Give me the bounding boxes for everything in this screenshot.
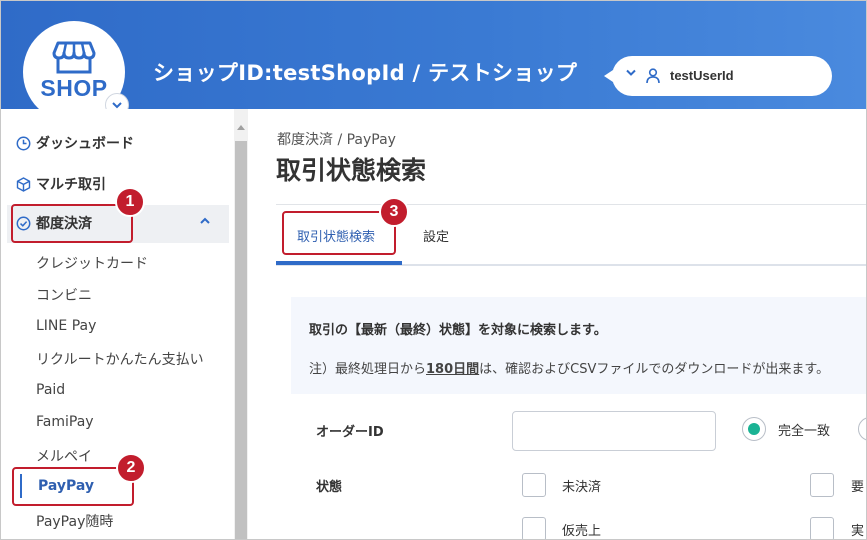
sidebar-sub-item-recruit[interactable]: リクルートかんたん支払い <box>36 349 204 369</box>
sidebar-sub-item-credit-card[interactable]: クレジットカード <box>36 253 148 273</box>
app-window: SHOP ショップID:testShopId / テストショップ testUse… <box>0 0 867 540</box>
sidebar-item-multi-transaction[interactable]: マルチ取引 <box>15 173 106 195</box>
notice-line-2: 注）最終処理日から180日間は、確認およびCSVファイルでのダウンロードが出来ま… <box>309 358 829 377</box>
page-title: 取引状態検索 <box>276 156 427 185</box>
callout-badge-3: 3 <box>379 197 409 227</box>
store-icon <box>52 41 96 74</box>
search-notice <box>291 297 866 394</box>
callout-box-3 <box>282 211 396 255</box>
status-actual-checkbox[interactable] <box>810 517 834 539</box>
sidebar-sub-item-paid[interactable]: Paid <box>36 382 65 398</box>
callout-box-2 <box>12 467 134 506</box>
status-label: 状態 <box>316 480 343 495</box>
order-id-input[interactable] <box>512 411 716 451</box>
sidebar-sub-item-paypay-recurring[interactable]: PayPay随時 <box>36 511 113 531</box>
notice-emphasis: 180日間 <box>426 362 480 377</box>
chevron-down-icon <box>112 101 122 108</box>
clock-icon <box>15 135 31 151</box>
user-menu[interactable]: testUserId <box>604 56 832 96</box>
chevron-down-icon <box>626 69 636 76</box>
chevron-up-icon[interactable] <box>200 217 210 224</box>
order-id-label: オーダーID <box>316 425 384 440</box>
exact-match-radio[interactable] <box>742 417 766 441</box>
notice-prefix: 注）最終処理日から <box>309 362 427 377</box>
sidebar-sub-item-line-pay[interactable]: LINE Pay <box>36 318 96 334</box>
status-provisional-checkbox[interactable] <box>522 517 546 539</box>
callout-badge-1: 1 <box>115 187 145 217</box>
cube-icon <box>15 176 31 192</box>
status-unsettled-label: 未決済 <box>562 480 602 495</box>
sidebar-sub-item-famipay[interactable]: FamiPay <box>36 414 94 430</box>
sidebar-sub-item-merpay[interactable]: メルペイ <box>36 446 92 466</box>
status-provisional-label: 仮売上 <box>562 524 602 539</box>
callout-badge-2: 2 <box>116 453 146 483</box>
exact-match-label: 完全一致 <box>778 424 831 439</box>
user-icon <box>646 68 660 84</box>
status-required-label: 要 <box>851 480 865 495</box>
status-required-checkbox[interactable] <box>810 473 834 497</box>
breadcrumb: 都度決済 / PayPay <box>277 132 396 148</box>
scroll-up-arrow-icon[interactable] <box>235 124 247 134</box>
active-tab-underline <box>276 261 402 265</box>
notice-line-1: 取引の【最新（最終）状態】を対象に検索します。 <box>309 323 607 338</box>
callout-box-1 <box>11 204 133 243</box>
status-unsettled-checkbox[interactable] <box>522 473 546 497</box>
notice-suffix: は、確認およびCSVファイルでのダウンロードが出来ます。 <box>479 362 830 377</box>
sidebar-scroll-thumb[interactable] <box>235 141 247 539</box>
sidebar-item-label: ダッシュボード <box>36 136 134 152</box>
sidebar-item-dashboard[interactable]: ダッシュボード <box>15 132 134 154</box>
sidebar-item-label: マルチ取引 <box>36 177 106 193</box>
user-name: testUserId <box>670 68 734 83</box>
sidebar-sub-item-convenience-store[interactable]: コンビニ <box>36 285 92 305</box>
tab-settings[interactable]: 設定 <box>423 226 449 245</box>
shop-title: ショップID:testShopId / テストショップ <box>153 61 578 85</box>
status-actual-label: 実 <box>851 524 865 539</box>
